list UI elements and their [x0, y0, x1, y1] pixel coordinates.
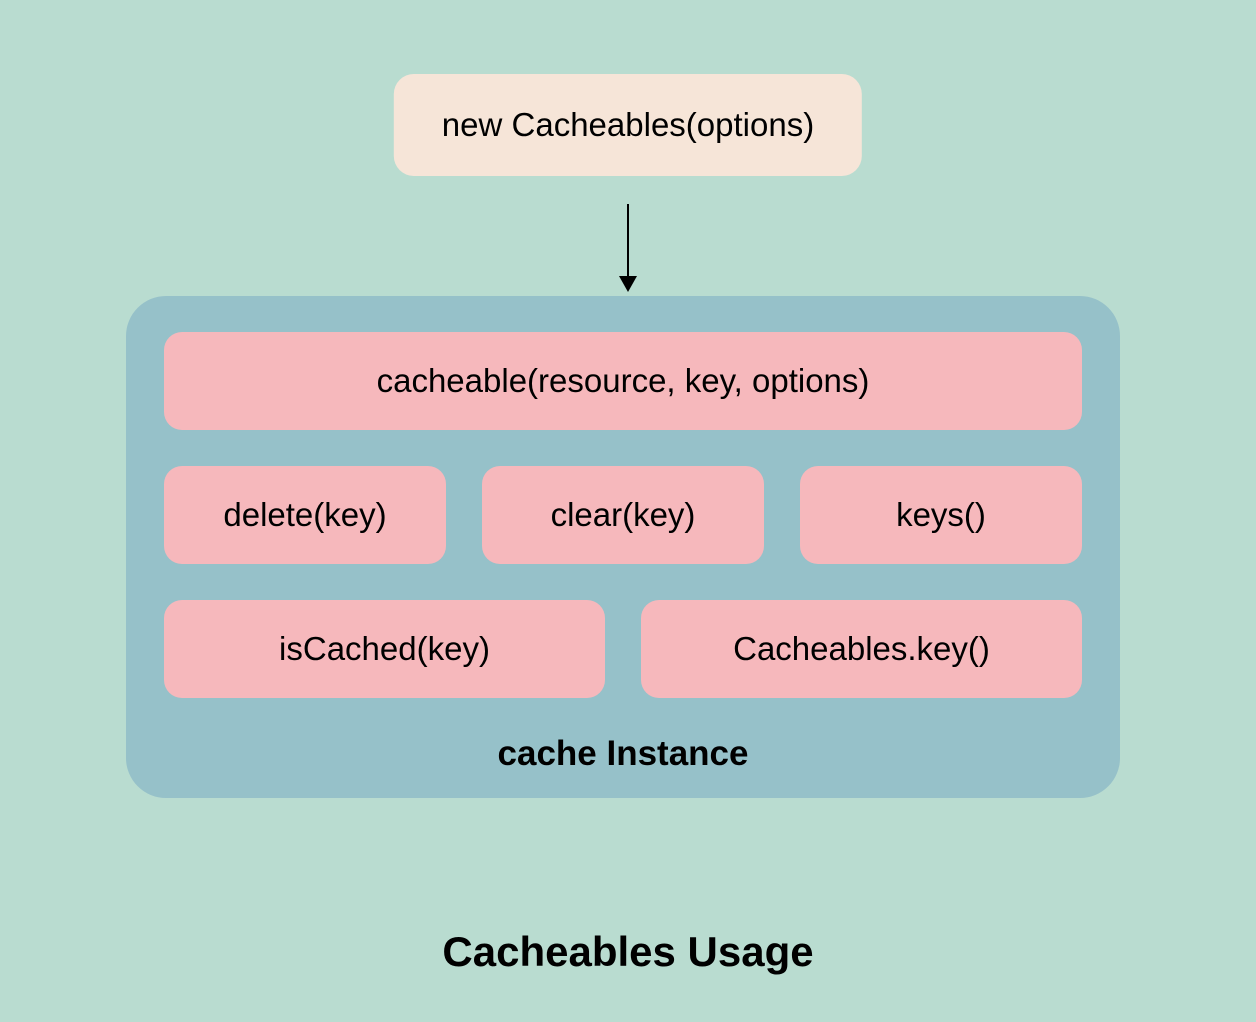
constructor-box: new Cacheables(options): [394, 74, 862, 176]
method-label: isCached(key): [279, 630, 490, 668]
method-label: Cacheables.key(): [733, 630, 990, 668]
method-label: delete(key): [223, 496, 386, 534]
method-delete: delete(key): [164, 466, 446, 564]
method-clear: clear(key): [482, 466, 764, 564]
method-key: Cacheables.key(): [641, 600, 1082, 698]
cache-instance-box: cacheable(resource, key, options) delete…: [126, 296, 1120, 798]
method-label: cacheable(resource, key, options): [377, 362, 870, 400]
instance-label: cache Instance: [164, 734, 1082, 774]
method-cacheable: cacheable(resource, key, options): [164, 332, 1082, 430]
diagram-title: Cacheables Usage: [442, 928, 813, 976]
arrow-icon: [613, 204, 643, 292]
method-keys: keys(): [800, 466, 1082, 564]
method-iscached: isCached(key): [164, 600, 605, 698]
constructor-label: new Cacheables(options): [442, 106, 814, 143]
method-label: clear(key): [551, 496, 696, 534]
method-label: keys(): [896, 496, 986, 534]
